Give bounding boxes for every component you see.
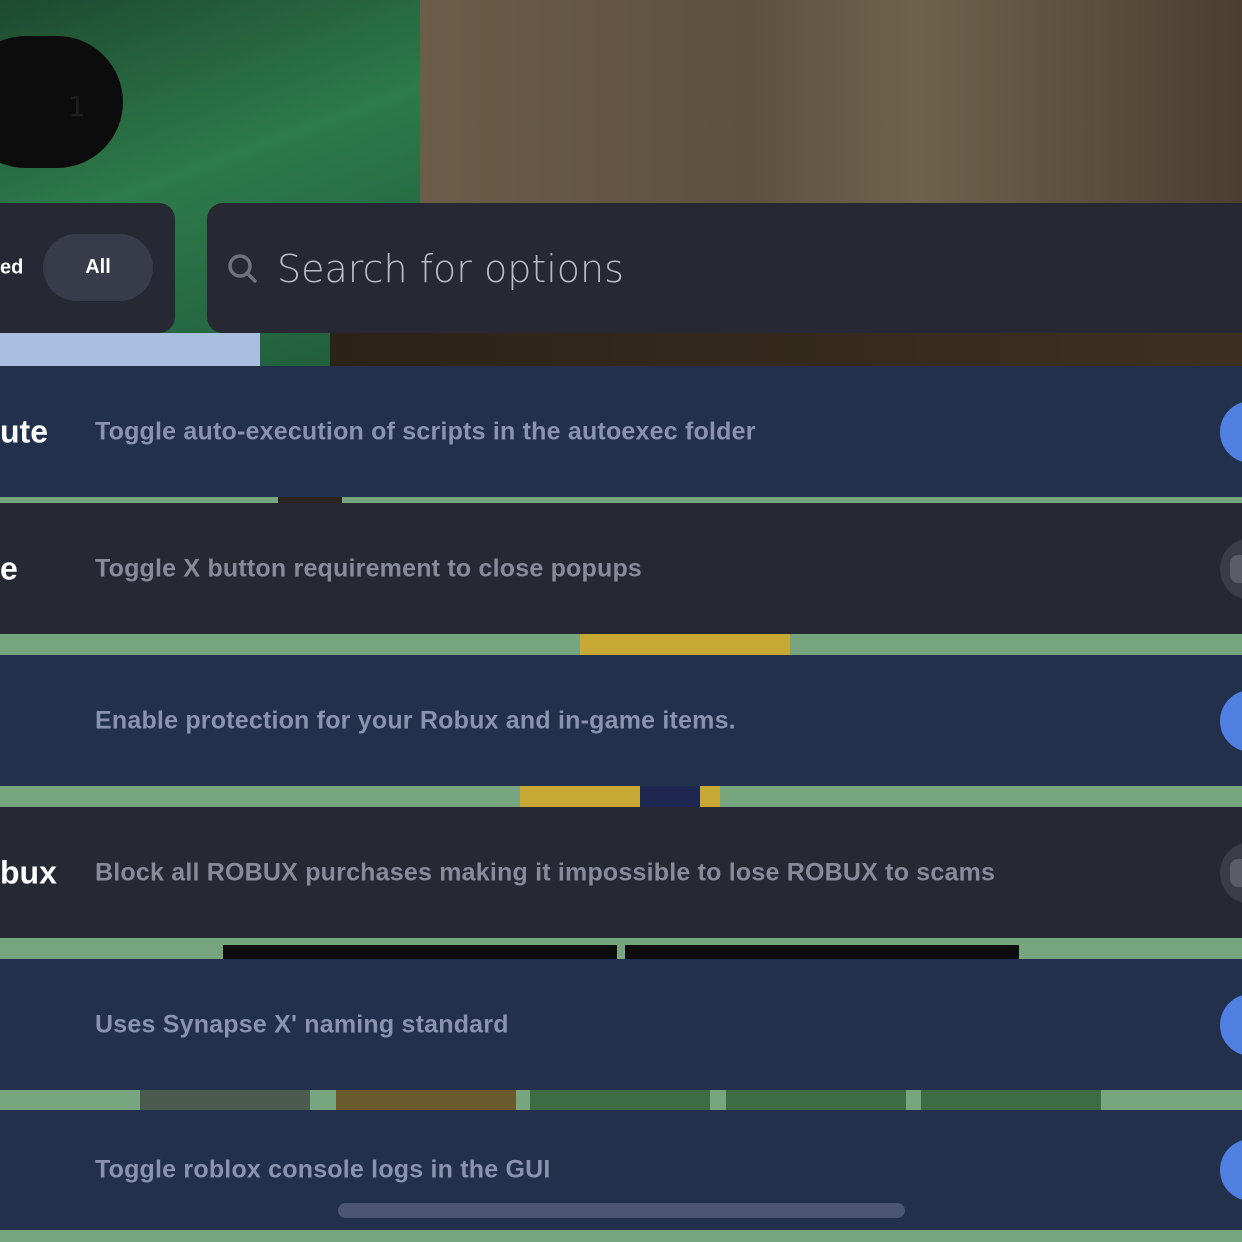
option-name: ute	[0, 413, 48, 449]
option-toggle[interactable]	[1220, 537, 1242, 600]
bg-sky-patch	[0, 333, 260, 370]
option-description: Enable protection for your Robux and in-…	[95, 706, 736, 734]
option-toggle[interactable]	[1220, 993, 1242, 1056]
top-pill-digit: 1	[68, 90, 86, 123]
option-description: Uses Synapse X' naming standard	[95, 1010, 509, 1038]
bg-inventory-slot	[530, 1090, 710, 1112]
option-description: Toggle roblox console logs in the GUI	[95, 1155, 551, 1184]
option-row-block-robux: bux Block all ROBUX purchases making it …	[0, 807, 1242, 938]
option-name: bux	[0, 854, 57, 890]
option-toggle[interactable]	[1220, 689, 1242, 752]
horizontal-scrollbar[interactable]	[338, 1203, 905, 1218]
option-row-robux-protection: Enable protection for your Robux and in-…	[0, 655, 1242, 786]
option-description: Toggle X button requirement to close pop…	[95, 554, 643, 582]
bg-inventory-slot	[726, 1090, 906, 1112]
option-row-close-popups: e Toggle X button requirement to close p…	[0, 503, 1242, 634]
bg-inventory-slot	[140, 1090, 310, 1112]
option-toggle[interactable]	[1220, 841, 1242, 904]
option-name: e	[0, 550, 18, 586]
bg-inventory-slot	[336, 1090, 516, 1112]
option-description: Toggle auto-execution of scripts in the …	[95, 417, 756, 445]
search-input[interactable]	[277, 241, 1177, 297]
search-icon	[228, 254, 257, 283]
option-row-naming-standard: Uses Synapse X' naming standard	[0, 959, 1242, 1090]
filter-enabled-tab[interactable]: ed	[0, 257, 23, 280]
option-row-autoexecute: ute Toggle auto-execution of scripts in …	[0, 366, 1242, 497]
bg-character-c	[640, 785, 700, 809]
option-toggle[interactable]	[1220, 1139, 1242, 1201]
option-toggle[interactable]	[1220, 400, 1242, 463]
option-description: Block all ROBUX purchases making it impo…	[95, 858, 996, 886]
filter-all-tab[interactable]: All	[43, 234, 153, 301]
bg-character-a	[580, 633, 790, 657]
bg-inventory-slot	[921, 1090, 1101, 1112]
